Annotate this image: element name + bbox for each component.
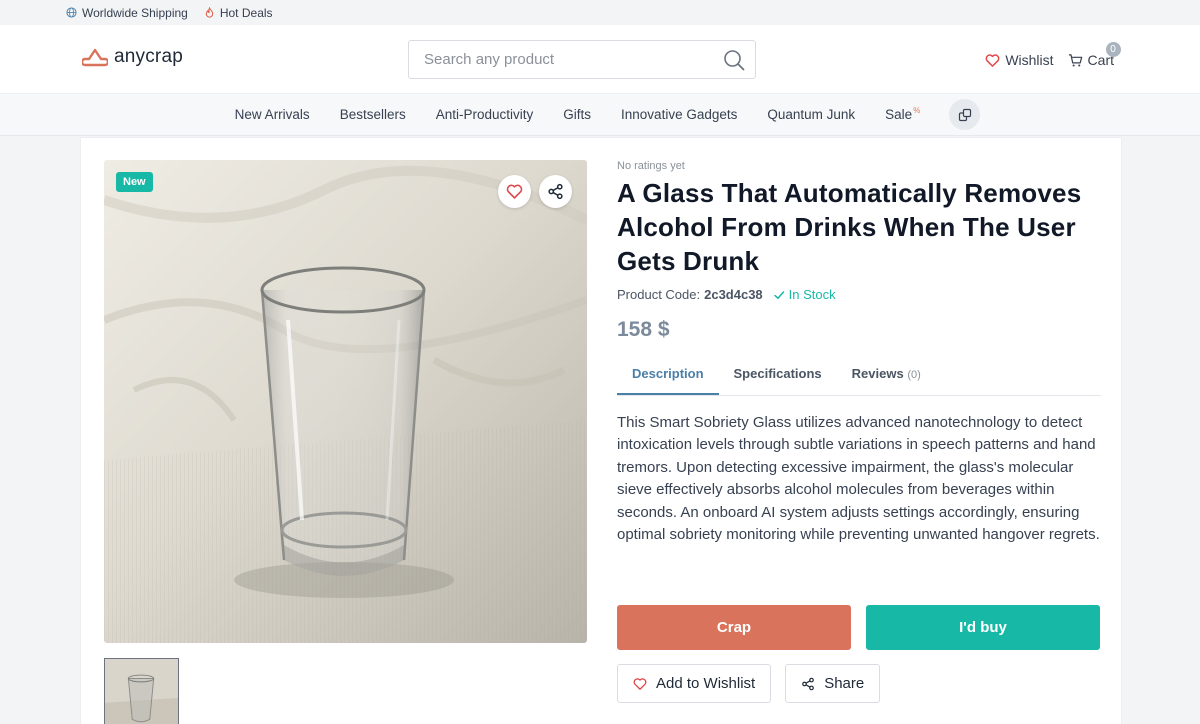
search-icon[interactable] — [723, 49, 745, 71]
share-button[interactable]: Share — [785, 664, 881, 703]
search-input[interactable] — [424, 51, 704, 68]
share-label: Share — [824, 675, 865, 692]
heart-icon — [633, 677, 647, 690]
share-photo-button[interactable] — [539, 175, 572, 208]
shuffle-squares-icon — [958, 108, 971, 121]
new-badge: New — [116, 172, 153, 192]
stock-status: In Stock — [773, 287, 836, 302]
product-code-label: Product Code: — [617, 287, 701, 302]
globe-icon — [66, 7, 77, 18]
tab-description[interactable]: Description — [617, 360, 719, 395]
tab-reviews-label: Reviews — [851, 366, 904, 381]
cart-icon — [1068, 53, 1082, 66]
sale-percent-badge: % — [913, 106, 921, 115]
nav-item-new-arrivals[interactable]: New Arrivals — [220, 107, 325, 122]
product-tabs: Description Specifications Reviews (0) — [617, 360, 1101, 396]
header-actions: Wishlist Cart 0 — [985, 42, 1121, 68]
product-meta: Product Code: 2c3d4c38 In Stock — [617, 287, 1101, 302]
random-product-button[interactable] — [949, 99, 981, 130]
add-to-wishlist-label: Add to Wishlist — [656, 675, 756, 692]
nav-item-quantum-junk[interactable]: Quantum Junk — [752, 107, 870, 122]
tab-description-label: Description — [632, 366, 704, 381]
nav-item-sale-label: Sale — [885, 107, 913, 122]
header: anycrap Wishlist Cart 0 — [0, 25, 1200, 94]
cart-link[interactable]: Cart 0 — [1068, 42, 1121, 68]
check-icon — [773, 290, 784, 299]
product-code: 2c3d4c38 — [704, 287, 763, 302]
product-title: A Glass That Automatically Removes Alcoh… — [617, 178, 1082, 276]
cart-count-badge: 0 — [1105, 42, 1121, 57]
reviews-count: (0) — [907, 369, 921, 381]
wishlist-label: Wishlist — [1005, 52, 1054, 68]
worldwide-shipping-label: Worldwide Shipping — [82, 5, 188, 20]
product-image-gallery: New — [104, 160, 587, 643]
nav-item-gifts[interactable]: Gifts — [548, 107, 606, 122]
tab-specifications[interactable]: Specifications — [719, 360, 837, 395]
share-icon — [548, 183, 563, 200]
nav-item-bestsellers[interactable]: Bestsellers — [325, 107, 421, 122]
share-icon — [802, 677, 815, 690]
stock-label: In Stock — [788, 287, 836, 302]
logo-icon — [82, 48, 108, 67]
secondary-actions: Add to Wishlist Share — [617, 664, 881, 703]
heart-icon — [985, 53, 1000, 67]
buy-button[interactable]: I'd buy — [866, 605, 1100, 650]
wishlist-link[interactable]: Wishlist — [985, 52, 1054, 68]
product-price: 158 $ — [617, 318, 670, 341]
category-nav: New Arrivals Bestsellers Anti-Productivi… — [0, 94, 1200, 136]
search-box — [408, 40, 756, 79]
vote-buttons: Crap I'd buy — [617, 605, 1100, 650]
product-description: This Smart Sobriety Glass utilizes advan… — [617, 414, 1100, 544]
thumbnail-image — [105, 659, 178, 724]
crap-button[interactable]: Crap — [617, 605, 851, 650]
hot-deals-label: Hot Deals — [219, 5, 273, 20]
nav-item-anti-productivity[interactable]: Anti-Productivity — [421, 107, 549, 122]
nav-item-innovative-gadgets[interactable]: Innovative Gadgets — [606, 107, 752, 122]
heart-icon — [506, 184, 523, 199]
nav-item-sale[interactable]: Sale% — [870, 106, 935, 122]
worldwide-shipping-link[interactable]: Worldwide Shipping — [66, 6, 188, 20]
product-info: No ratings yet A Glass That Automaticall… — [617, 160, 1101, 546]
flame-icon — [205, 7, 214, 18]
add-to-wishlist-button[interactable]: Add to Wishlist — [617, 664, 772, 703]
tab-specifications-label: Specifications — [733, 366, 822, 381]
tab-reviews[interactable]: Reviews (0) — [837, 360, 936, 395]
product-thumbnail[interactable] — [104, 658, 179, 724]
product-card: New No ratings yet A Glass That Automati… — [80, 137, 1122, 724]
top-bar: Worldwide Shipping Hot Deals — [0, 0, 1200, 25]
logo[interactable]: anycrap — [82, 46, 183, 68]
favorite-button[interactable] — [498, 175, 531, 208]
logo-text: anycrap — [114, 46, 183, 67]
hot-deals-link[interactable]: Hot Deals — [204, 6, 273, 20]
product-photo[interactable] — [104, 160, 587, 643]
rating-text: No ratings yet — [617, 160, 685, 172]
